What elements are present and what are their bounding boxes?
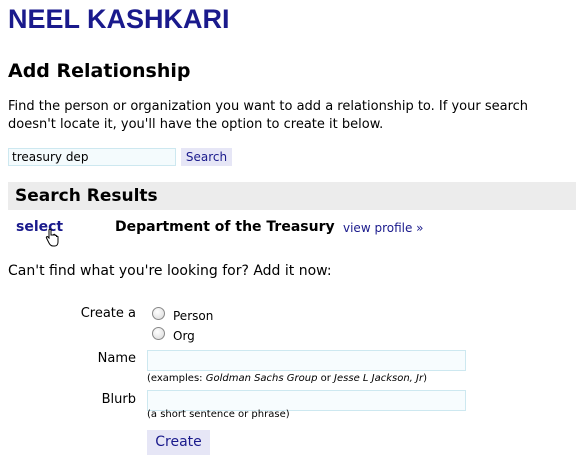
search-results-header: Search Results — [8, 182, 576, 210]
create-a-label: Create a — [80, 306, 136, 321]
person-radio[interactable] — [152, 307, 165, 320]
section-title: Add Relationship — [8, 60, 191, 82]
blurb-hint: (a short sentence or phrase) — [147, 409, 290, 420]
create-button[interactable]: Create — [147, 430, 210, 455]
name-label: Name — [97, 351, 136, 366]
intro-text: Find the person or organization you want… — [8, 99, 529, 132]
blurb-label: Blurb — [101, 392, 136, 407]
hand-pointer-icon — [45, 229, 59, 247]
search-results-title: Search Results — [15, 186, 158, 206]
person-radio-label: Person — [173, 309, 214, 323]
result-name: Department of the Treasury — [115, 219, 335, 235]
search-button[interactable]: Search — [181, 148, 232, 166]
name-field[interactable] — [147, 350, 466, 371]
name-hint: (examples: Goldman Sachs Group or Jesse … — [147, 373, 428, 384]
add-prompt: Can't find what you're looking for? Add … — [8, 263, 332, 279]
search-input[interactable] — [8, 148, 176, 166]
org-radio-label: Org — [173, 329, 195, 343]
page-title: NEEL KASHKARI — [8, 4, 230, 34]
blurb-field[interactable] — [147, 390, 466, 411]
view-profile-link[interactable]: view profile » — [343, 221, 424, 235]
org-radio[interactable] — [152, 327, 165, 340]
